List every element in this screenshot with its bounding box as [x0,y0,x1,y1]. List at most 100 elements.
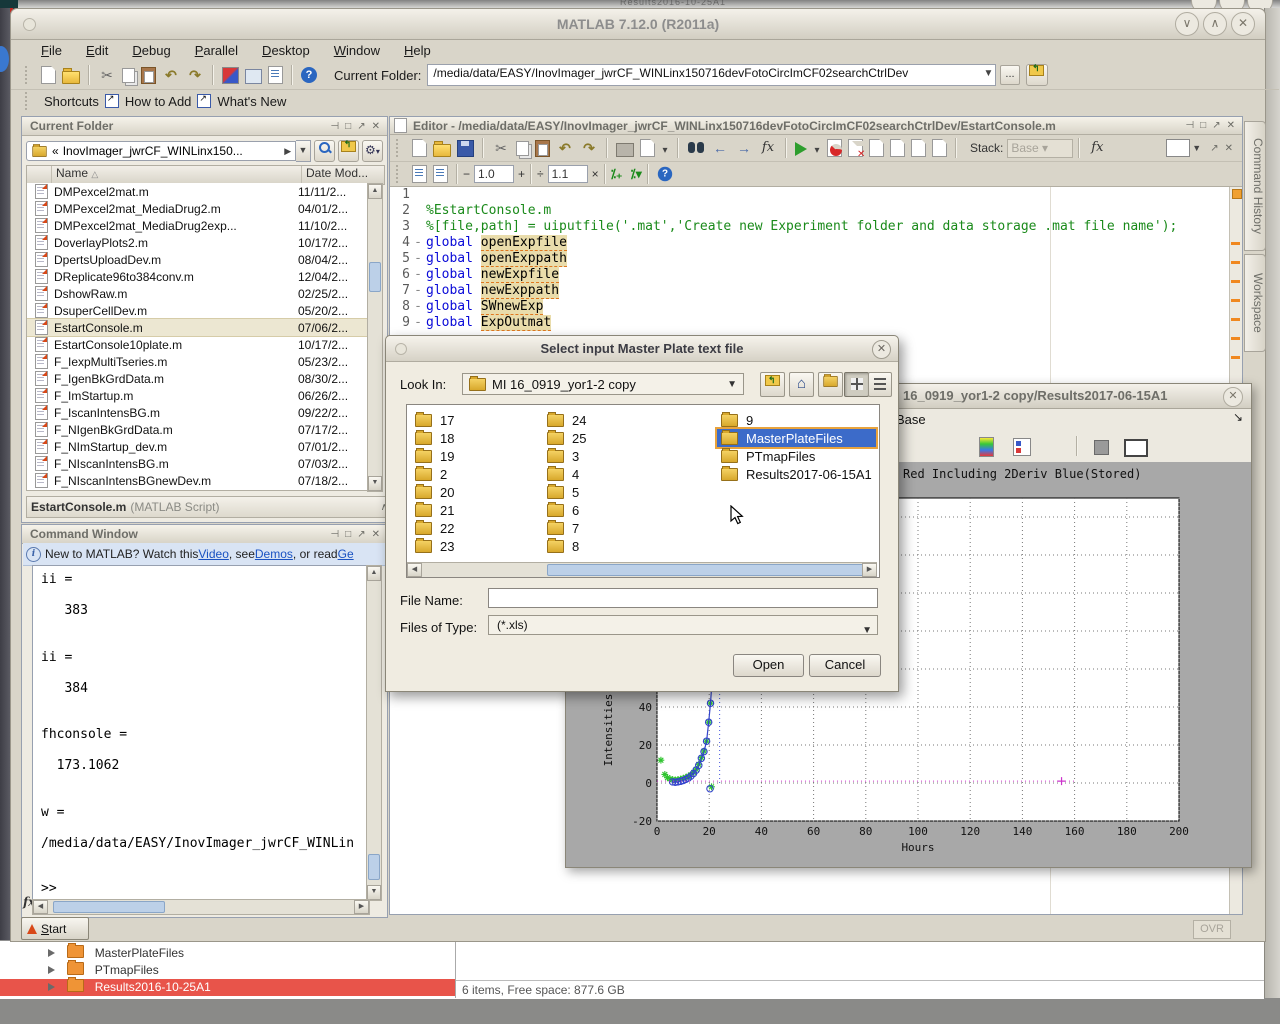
new-file-icon[interactable] [412,139,427,157]
warning-tick[interactable] [1231,261,1240,264]
print-preview-icon[interactable] [640,139,655,157]
folder-item[interactable]: PTmapFiles [717,447,876,465]
list-view-button[interactable] [868,372,892,397]
path-dropdown-icon[interactable]: ▼ [984,68,994,79]
chevron-right-icon[interactable]: ▶ [284,146,291,157]
close-panel-icon[interactable]: ✕ [369,529,383,540]
menu-item[interactable]: Window [324,42,390,59]
open-file-icon[interactable] [433,144,451,157]
scroll-left-arrow[interactable]: ◀ [407,563,422,577]
folder-list[interactable]: 17 18 19 2 [406,404,880,578]
step-icon[interactable] [869,139,884,157]
close-panel-icon[interactable]: ✕ [369,121,383,132]
insert-cell-icon[interactable] [412,165,427,183]
file-row[interactable]: EstartConsole10plate.m 10/17/2... [27,336,370,353]
file-row[interactable]: DpertsUploadDev.m 08/04/2... [27,251,370,268]
toolbar-grip[interactable] [396,165,401,183]
current-folder-panel-header[interactable]: Current Folder ⊣ □ ↗ ✕ [22,117,387,136]
folder-item[interactable]: 6 [543,501,590,519]
shortcut-how-to-add[interactable]: How to Add [125,94,192,109]
maximize-button[interactable]: ∧ [1203,12,1227,36]
folder-item[interactable]: 4 [543,465,590,483]
address-field[interactable]: « InovImager_jwrCF_WINLinx150... ▶ [26,141,296,161]
tab-command-history[interactable]: Command History [1244,121,1266,251]
file-row[interactable]: F_NIscanIntensBG.m 07/03/2... [27,455,370,472]
layout-box-icon[interactable] [1166,139,1190,157]
file-row[interactable]: F_ImStartup.m 06/26/2... [27,387,370,404]
file-row[interactable]: EstartConsole.m 07/06/2... [27,319,370,336]
scroll-up-arrow[interactable]: ▲ [367,566,381,581]
help-icon[interactable] [301,67,317,83]
dock-figure-icon[interactable]: ↘ [1233,410,1243,424]
maximize-panel-icon[interactable]: □ [342,121,354,132]
cut-icon[interactable] [98,66,116,84]
undo-icon[interactable] [162,66,180,84]
dock-icon[interactable]: ⊣ [327,529,342,540]
code-line[interactable]: 4-global openExpfile [390,235,1242,251]
up-folder-button[interactable] [338,140,359,162]
open-file-icon[interactable] [62,71,80,84]
file-row[interactable]: DoverlayPlots2.m 10/17/2... [27,234,370,251]
scroll-right-arrow[interactable]: ▶ [354,900,369,914]
set-breakpoint-icon[interactable] [827,139,842,157]
file-details-footer[interactable]: EstartConsole.m (MATLAB Script) ∧ [26,496,393,518]
gray-swatch-icon[interactable] [1094,440,1109,455]
file-row[interactable]: DsuperCellDev.m 05/20/2... [27,302,370,319]
continue-icon[interactable] [932,139,947,157]
video-link[interactable]: Video [198,547,228,561]
copy-icon[interactable] [122,68,135,83]
redo-icon[interactable] [580,139,598,157]
step-out-icon[interactable] [911,139,926,157]
code-line[interactable]: 6-global newExpfile [390,267,1242,283]
start-button[interactable]: Start [21,917,89,940]
comment-percent-icon[interactable]: ⁒₊ [611,167,623,181]
folder-item[interactable]: 8 [543,537,590,555]
cut-icon[interactable] [492,139,510,157]
undo-icon[interactable] [556,139,574,157]
scroll-thumb[interactable] [369,262,381,292]
decrease-button[interactable]: − [463,167,470,181]
folder-item[interactable]: 5 [543,483,590,501]
go-forward-icon[interactable] [735,139,753,157]
maximize-panel-icon[interactable]: □ [1197,120,1209,131]
value-field-2[interactable]: 1.1 [548,165,588,183]
up-folder-button[interactable] [1026,64,1048,86]
actions-button[interactable]: ⚙▾ [362,140,383,162]
dock-icon[interactable]: ⊣ [1182,120,1197,131]
undock-icon[interactable]: ↗ [354,529,368,540]
multiply-button[interactable]: × [592,167,599,181]
new-folder-button[interactable] [818,372,843,397]
command-window-content[interactable]: ii = 383ii = 384fhconsole = 173.1062w =/… [32,565,370,901]
copy-icon[interactable] [516,141,529,156]
file-row[interactable]: F_NImStartup_dev.m 07/01/2... [27,438,370,455]
menu-item[interactable]: Parallel [185,42,248,59]
file-manager-row[interactable]: PTmapFiles [0,962,1264,979]
grid-view-button[interactable] [844,372,869,397]
editor-header[interactable]: Editor - /media/data/EASY/InovImager_jwr… [390,117,1242,135]
code-line[interactable]: 7-global newExppath [390,283,1242,299]
look-in-select[interactable]: MI 16_0919_yor1-2 copy ▼ [462,373,744,395]
scroll-left-arrow[interactable]: ◀ [33,900,48,914]
toolbar-grip[interactable] [25,66,30,84]
address-dropdown-icon[interactable]: ▼ [296,140,310,162]
address-prefix[interactable]: « [52,144,59,158]
file-row[interactable]: DMPexcel2mat_MediaDrug2.m 04/01/2... [27,200,370,217]
close-panel-icon[interactable]: ✕ [1224,120,1238,131]
warning-tick[interactable] [1231,280,1240,283]
menu-item[interactable]: File [31,42,72,59]
tab-workspace[interactable]: Workspace [1244,254,1266,352]
file-manager-row[interactable]: Results2016-10-25A1 [0,979,455,996]
profiler-icon[interactable] [268,66,283,84]
file-row[interactable]: DMPexcel2mat.m 11/11/2... [27,183,370,200]
toolbar-grip[interactable] [396,139,401,157]
up-one-level-button[interactable] [760,372,785,397]
file-row[interactable]: F_NIgenBkGrdData.m 07/17/2... [27,421,370,438]
folder-item[interactable]: 24 [543,411,590,429]
warnings-indicator[interactable] [1232,189,1242,199]
simulink-icon[interactable] [222,67,239,84]
figure-menu-fragment[interactable]: Base [896,412,926,427]
minimize-button[interactable]: ∨ [1175,12,1199,36]
name-column-header[interactable]: Name △ [52,166,302,184]
scroll-down-arrow[interactable]: ▼ [368,476,382,491]
comment-percent-menu-icon[interactable]: ⁒▾ [630,167,641,181]
